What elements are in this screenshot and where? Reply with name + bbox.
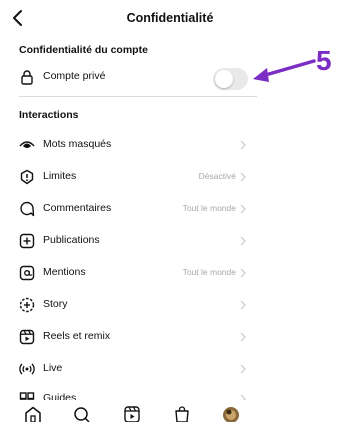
chevron-right-icon (240, 172, 246, 182)
chevron-right-icon (240, 332, 246, 342)
header: Confidentialité (0, 0, 340, 38)
bottom-tab-bar (0, 400, 340, 421)
divider (19, 96, 257, 97)
list-item-label: Mots masqués (43, 138, 111, 150)
list-item-value: Tout le monde (183, 267, 236, 277)
home-icon[interactable] (24, 406, 42, 422)
private-account-toggle[interactable] (213, 68, 248, 90)
add-post-icon (19, 233, 35, 249)
chevron-right-icon (240, 364, 246, 374)
limits-icon (19, 169, 35, 185)
list-item-label: Limites (43, 170, 76, 182)
live-icon (19, 361, 35, 377)
lock-icon (19, 69, 35, 85)
reels-icon[interactable] (123, 406, 141, 422)
annotation-arrow (250, 56, 320, 86)
list-item-label: Commentaires (43, 202, 111, 214)
private-account-label: Compte privé (43, 70, 105, 82)
list-item-mentions[interactable]: Mentions Tout le monde (0, 258, 268, 288)
search-icon[interactable] (73, 406, 91, 422)
chevron-right-icon (240, 204, 246, 214)
story-icon (19, 297, 35, 313)
list-item-label: Story (43, 298, 68, 310)
comment-icon (19, 201, 35, 217)
toggle-knob (215, 70, 233, 88)
page-title: Confidentialité (0, 11, 340, 25)
chevron-right-icon (240, 268, 246, 278)
list-item-publications[interactable]: Publications (0, 226, 268, 256)
eye-icon (19, 137, 35, 153)
reels-icon (19, 329, 35, 345)
list-item-label: Live (43, 362, 62, 374)
list-item-value: Tout le monde (183, 203, 236, 213)
list-item-story[interactable]: Story (0, 290, 268, 320)
list-item-mots-masques[interactable]: Mots masqués (0, 130, 268, 160)
list-item-live[interactable]: Live (0, 354, 268, 384)
at-icon (19, 265, 35, 281)
list-item-label: Publications (43, 234, 100, 246)
chevron-right-icon (240, 140, 246, 150)
annotation-number: 5 (316, 47, 332, 75)
section-title-account: Confidentialité du compte (19, 44, 148, 56)
chevron-right-icon (240, 236, 246, 246)
list-item-reels[interactable]: Reels et remix (0, 322, 268, 352)
list-item-commentaires[interactable]: Commentaires Tout le monde (0, 194, 268, 224)
shop-icon[interactable] (173, 406, 191, 422)
list-item-limites[interactable]: Limites Désactivé (0, 162, 268, 192)
chevron-right-icon (240, 300, 246, 310)
list-item-label: Reels et remix (43, 330, 110, 342)
section-title-interactions: Interactions (19, 109, 79, 121)
profile-avatar[interactable] (222, 406, 240, 422)
list-item-label: Mentions (43, 266, 86, 278)
list-item-value: Désactivé (199, 171, 236, 181)
